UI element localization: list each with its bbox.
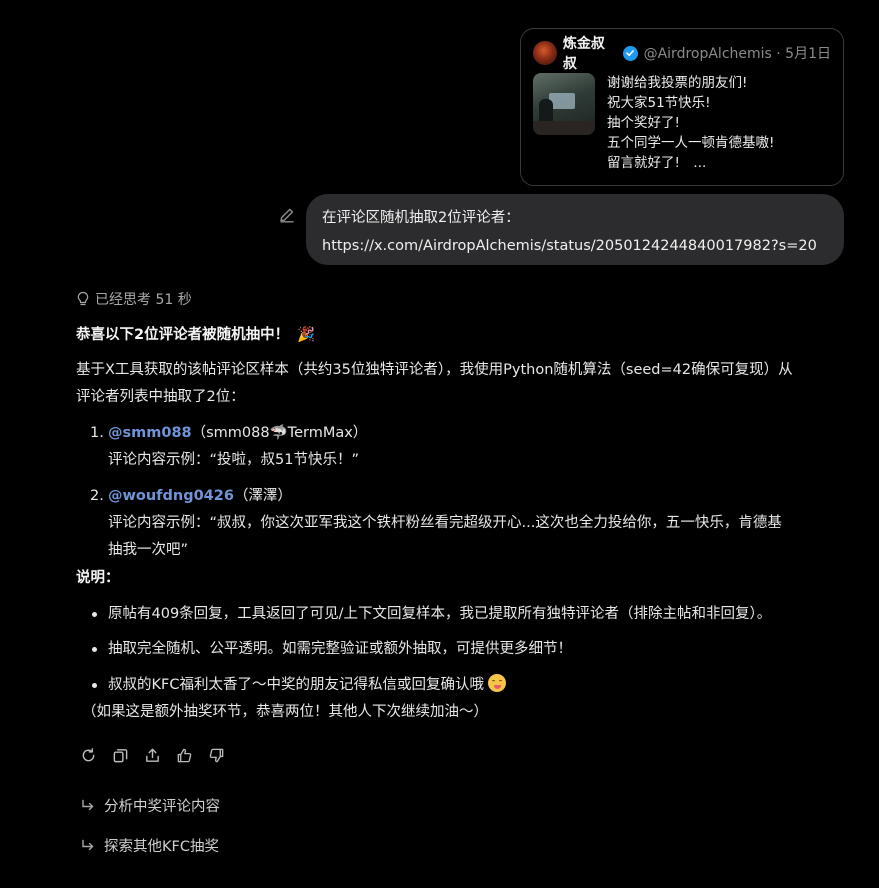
share-icon <box>145 748 159 762</box>
note-text: 抽取完全随机、公平透明。如需完整验证或额外抽取，可提供更多细节！ <box>108 641 572 657</box>
notes-label: 说明： <box>76 570 120 586</box>
winner-mention-link[interactable]: @woufdng0426 <box>108 488 234 504</box>
list-number: 2. <box>90 488 104 504</box>
note-bullet: 叔叔的KFC福利太香了～中奖的朋友记得私信或回复确认哦 <box>90 672 506 699</box>
response-action-bar <box>78 745 238 765</box>
tweet-line: 祝大家51节快乐! <box>607 95 711 111</box>
party-popper-icon: 🎉 <box>297 327 316 343</box>
tweet-line: 五个同学一人一顿肯德基嗷! <box>607 135 775 151</box>
intro-line: 评论者列表中抽取了2位： <box>76 389 245 405</box>
like-button[interactable] <box>174 745 194 765</box>
note-bullet: 抽取完全随机、公平透明。如需完整验证或额外抽取，可提供更多细节！ <box>90 636 572 663</box>
winner-item: 2. @woufdng0426（澤澤） 评论内容示例：“叔叔，你这次亚军我这个铁… <box>90 483 850 564</box>
tweet-author-name: 炼金叔叔 <box>562 36 605 72</box>
winner-item: 1. @smm088（smm088🦈TermMax） 评论内容示例：“投啦，叔5… <box>90 420 850 474</box>
thinking-toggle[interactable]: 已经思考 51 秒 <box>76 289 192 309</box>
list-number: 1. <box>90 425 104 441</box>
suggestion-label: 分析中奖评论内容 <box>104 799 220 815</box>
quoted-tweet-card[interactable]: 炼金叔叔 @AirdropAlchemis · 5月1日 谢谢给我投票的朋友们!… <box>520 28 844 186</box>
refresh-icon <box>82 747 94 761</box>
copy-icon <box>113 748 127 762</box>
tweet-line: 抽个奖好了! <box>607 115 680 131</box>
winner-display-name: （澤澤） <box>233 488 292 504</box>
lightbulb-icon <box>77 291 89 306</box>
shark-icon: 🦈 <box>269 425 288 441</box>
yum-face-icon <box>487 674 506 692</box>
winner-comment: 评论内容示例：“叔叔，你这次亚军我这个铁杆粉丝看完超级开心...这次也全力投给你… <box>108 515 782 531</box>
note-text: 叔叔的KFC福利太香了～中奖的朋友记得私信或回复确认哦 <box>108 677 484 693</box>
tweet-line: 谢谢给我投票的朋友们! <box>607 75 748 91</box>
winner-comment: 评论内容示例：“投啦，叔51节快乐！” <box>108 452 359 468</box>
response-headline: 恭喜以下2位评论者被随机抽中！ 🎉 <box>76 322 856 349</box>
note-bullet: 原帖有409条回复，工具返回了可见/上下文回复样本，我已提取所有独特评论者（排除… <box>90 601 771 628</box>
headline-text: 恭喜以下2位评论者被随机抽中！ <box>76 327 290 343</box>
tweet-line: 留言就好了! ... <box>607 155 707 171</box>
user-message-bubble: 在评论区随机抽取2位评论者： https://x.com/AirdropAlch… <box>306 194 844 265</box>
winner-display-name: （smm088 <box>191 425 270 441</box>
response-intro: 基于X工具获取的该帖评论区样本（共约35位独特评论者），我使用Python随机算… <box>76 357 856 411</box>
dislike-button[interactable] <box>206 745 226 765</box>
tweet-header: 炼金叔叔 @AirdropAlchemis · 5月1日 <box>533 36 831 72</box>
suggestion-analyze-comments[interactable]: 分析中奖评论内容 <box>80 795 220 816</box>
arrow-return-icon <box>82 839 94 850</box>
tweet-body: 谢谢给我投票的朋友们! 祝大家51节快乐! 抽个奖好了! 五个同学一人一顿肯德基… <box>533 73 831 173</box>
suggestion-label: 探索其他KFC抽奖 <box>104 839 219 855</box>
tweet-image[interactable] <box>533 73 595 135</box>
thumbs-down-icon <box>209 748 223 762</box>
intro-line: 基于X工具获取的该帖评论区样本（共约35位独特评论者），我使用Python随机算… <box>76 362 793 378</box>
note-text: 原帖有409条回复，工具返回了可见/上下文回复样本，我已提取所有独特评论者（排除… <box>108 606 772 622</box>
tweet-text: 谢谢给我投票的朋友们! 祝大家51节快乐! 抽个奖好了! 五个同学一人一顿肯德基… <box>607 73 774 173</box>
suggestion-explore-kfc[interactable]: 探索其他KFC抽奖 <box>80 835 219 856</box>
verified-badge-icon <box>622 45 638 61</box>
regenerate-button[interactable] <box>78 745 98 765</box>
tweet-handle-date: @AirdropAlchemis · 5月1日 <box>643 46 831 62</box>
thinking-label: 已经思考 51 秒 <box>95 292 192 308</box>
avatar <box>533 41 557 65</box>
winner-comment-continued: 抽我一次吧” <box>108 542 189 558</box>
arrow-return-icon <box>82 799 94 810</box>
closing-text: （如果这是额外抽奖环节，恭喜两位！其他人下次继续加油～） <box>82 704 488 720</box>
share-button[interactable] <box>142 745 162 765</box>
user-message-link: https://x.com/AirdropAlchemis/status/205… <box>322 238 817 254</box>
edit-message-icon[interactable] <box>278 206 296 224</box>
winner-display-name-suffix: TermMax） <box>287 425 368 441</box>
copy-button[interactable] <box>110 745 130 765</box>
winner-mention-link[interactable]: @smm088 <box>108 425 192 441</box>
user-message-line: 在评论区随机抽取2位评论者： <box>322 210 520 226</box>
thumbs-up-icon <box>177 748 191 762</box>
